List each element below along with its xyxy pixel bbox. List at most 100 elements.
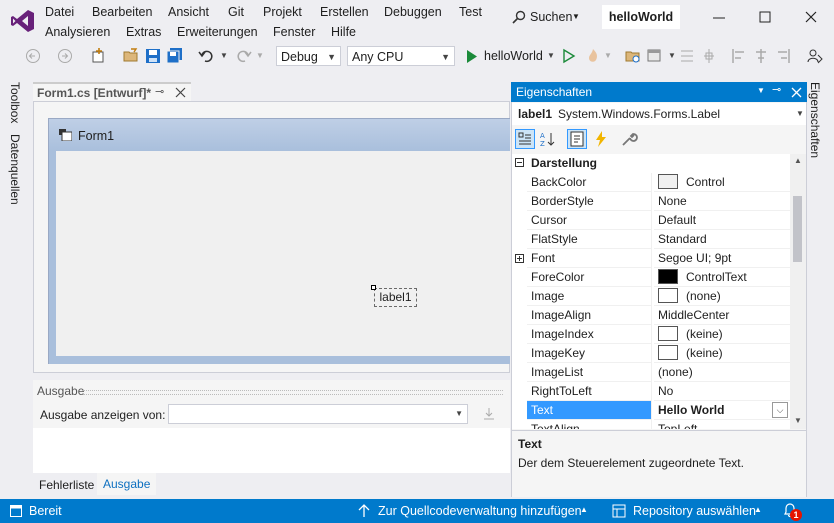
property-row[interactable]: Text Hello World ⌵ [512, 401, 790, 420]
tab-fehlerliste[interactable]: Fehlerliste [37, 475, 96, 495]
menu-bearbeiten[interactable]: Bearbeiten [92, 5, 152, 19]
open-folder-icon[interactable] [122, 47, 140, 65]
properties-view-button[interactable] [567, 129, 587, 149]
solution-configuration-select[interactable]: Debug ▼ [276, 46, 341, 66]
redo-dropdown-icon[interactable]: ▼ [256, 51, 264, 60]
collapse-icon[interactable] [515, 158, 524, 167]
property-row[interactable]: FlatStyle Standard [512, 230, 790, 249]
minimize-button[interactable] [696, 4, 742, 30]
property-value[interactable]: (none) [654, 363, 790, 382]
category-row-darstellung[interactable]: Darstellung [512, 154, 790, 173]
property-value[interactable]: (keine) [654, 325, 790, 344]
scroll-down-icon[interactable]: ▼ [794, 416, 802, 425]
close-button[interactable] [788, 4, 834, 30]
property-value[interactable]: (none) [654, 287, 790, 306]
output-source-select[interactable]: ▼ [168, 404, 468, 424]
events-lightning-icon[interactable] [592, 130, 610, 148]
save-all-icon[interactable] [166, 47, 184, 65]
layout-icon[interactable] [646, 47, 664, 65]
pin-icon[interactable]: ⊸ [155, 85, 164, 98]
datasources-side-tab[interactable]: Datenquellen [8, 134, 22, 205]
property-value[interactable]: None [654, 192, 790, 211]
toolbox-side-tab[interactable]: Toolbox [8, 82, 22, 123]
align-centers-icon[interactable] [752, 47, 770, 65]
scroll-up-icon[interactable]: ▲ [794, 156, 802, 165]
alphabetical-icon[interactable]: AZ [539, 130, 557, 148]
live-share-icon[interactable] [806, 47, 824, 65]
property-row[interactable]: BorderStyle None [512, 192, 790, 211]
maximize-button[interactable] [742, 4, 788, 30]
clear-all-icon[interactable] [480, 406, 498, 422]
property-row[interactable]: ForeColor ControlText [512, 268, 790, 287]
form1-client-area[interactable] [56, 151, 510, 356]
new-project-icon[interactable] [90, 47, 108, 65]
align-grid-icon[interactable] [678, 47, 696, 65]
select-repository-button[interactable]: Repository auswählen ▲ [610, 499, 764, 523]
menu-projekt[interactable]: Projekt [263, 5, 302, 19]
property-value[interactable]: Control [654, 173, 790, 192]
output-text-area[interactable] [33, 428, 510, 473]
property-row[interactable]: Image (none) [512, 287, 790, 306]
menu-debuggen[interactable]: Debuggen [384, 5, 442, 19]
form1-title-bar[interactable]: Form1 [49, 119, 510, 151]
categorized-button[interactable] [515, 129, 535, 149]
save-icon[interactable] [144, 47, 162, 65]
menu-ansicht[interactable]: Ansicht [168, 5, 209, 19]
property-row[interactable]: Cursor Default [512, 211, 790, 230]
property-value[interactable]: ControlText [654, 268, 790, 287]
menu-test[interactable]: Test [459, 5, 482, 19]
start-without-debugging-icon[interactable] [560, 47, 578, 65]
move-grip-handle[interactable] [371, 285, 376, 290]
undo-dropdown-icon[interactable]: ▼ [220, 51, 228, 60]
tab-form1-designer[interactable]: Form1.cs [Entwurf]* ⊸ [33, 82, 191, 102]
align-rights-icon[interactable] [774, 47, 792, 65]
properties-side-tab[interactable]: Eigenschaften [808, 82, 822, 158]
properties-title-bar[interactable]: Eigenschaften ▼ ⊸ [511, 82, 807, 102]
menu-datei[interactable]: Datei [45, 5, 74, 19]
start-debug-button[interactable]: helloWorld ▼ [464, 46, 556, 66]
window-position-icon[interactable]: ▼ [757, 86, 765, 95]
property-value[interactable]: (keine) [654, 344, 790, 363]
layout-dropdown-icon[interactable]: ▼ [668, 51, 676, 60]
property-value[interactable]: No [654, 382, 790, 401]
value-editor-dropdown-button[interactable]: ⌵ [772, 402, 788, 418]
close-icon[interactable] [791, 87, 802, 98]
menu-erstellen[interactable]: Erstellen [320, 5, 369, 19]
property-row[interactable]: ImageKey (keine) [512, 344, 790, 363]
property-row[interactable]: ImageIndex (keine) [512, 325, 790, 344]
label1-control[interactable]: label1 [374, 288, 417, 307]
align-lefts-icon[interactable] [730, 47, 748, 65]
visual-studio-logo-icon[interactable] [10, 8, 36, 34]
menu-hilfe[interactable]: Hilfe [331, 25, 356, 39]
menu-extras[interactable]: Extras [126, 25, 161, 39]
property-row[interactable]: Font Segoe UI; 9pt [512, 249, 790, 268]
property-row[interactable]: RightToLeft No [512, 382, 790, 401]
navigate-back-icon[interactable] [24, 47, 42, 65]
property-row[interactable]: ImageAlign MiddleCenter [512, 306, 790, 325]
property-row[interactable]: BackColor Control [512, 173, 790, 192]
scrollbar-thumb[interactable] [793, 196, 802, 262]
menu-erweiterungen[interactable]: Erweiterungen [177, 25, 258, 39]
property-row[interactable]: ImageList (none) [512, 363, 790, 382]
undo-icon[interactable] [198, 47, 216, 65]
menu-git[interactable]: Git [228, 5, 244, 19]
properties-object-selector[interactable]: label1 System.Windows.Forms.Label ▼ [512, 103, 806, 125]
property-grid-scrollbar[interactable]: ▲ ▼ [790, 154, 806, 429]
property-value[interactable]: TopLeft [654, 420, 790, 429]
property-pages-wrench-icon[interactable] [620, 130, 638, 148]
close-tab-icon[interactable] [175, 87, 186, 98]
output-panel-header[interactable]: Ausgabe [33, 380, 510, 402]
pin-icon[interactable]: ⊸ [772, 83, 781, 96]
hot-reload-dropdown-icon[interactable]: ▼ [604, 51, 612, 60]
property-value[interactable]: MiddleCenter [654, 306, 790, 325]
hot-reload-icon[interactable] [584, 47, 602, 65]
solution-platform-select[interactable]: Any CPU ▼ [347, 46, 455, 66]
property-value[interactable]: Default [654, 211, 790, 230]
expand-icon[interactable] [515, 254, 524, 263]
add-to-source-control-button[interactable]: Zur Quellcodeverwaltung hinzufügen ▲ [356, 499, 592, 523]
tab-ausgabe[interactable]: Ausgabe [97, 473, 157, 495]
search-button[interactable]: Suchen ▼ [506, 6, 588, 28]
notifications-button[interactable]: 1 [782, 501, 804, 521]
navigate-forward-icon[interactable] [56, 47, 74, 65]
property-row[interactable]: TextAlign TopLeft [512, 420, 790, 429]
